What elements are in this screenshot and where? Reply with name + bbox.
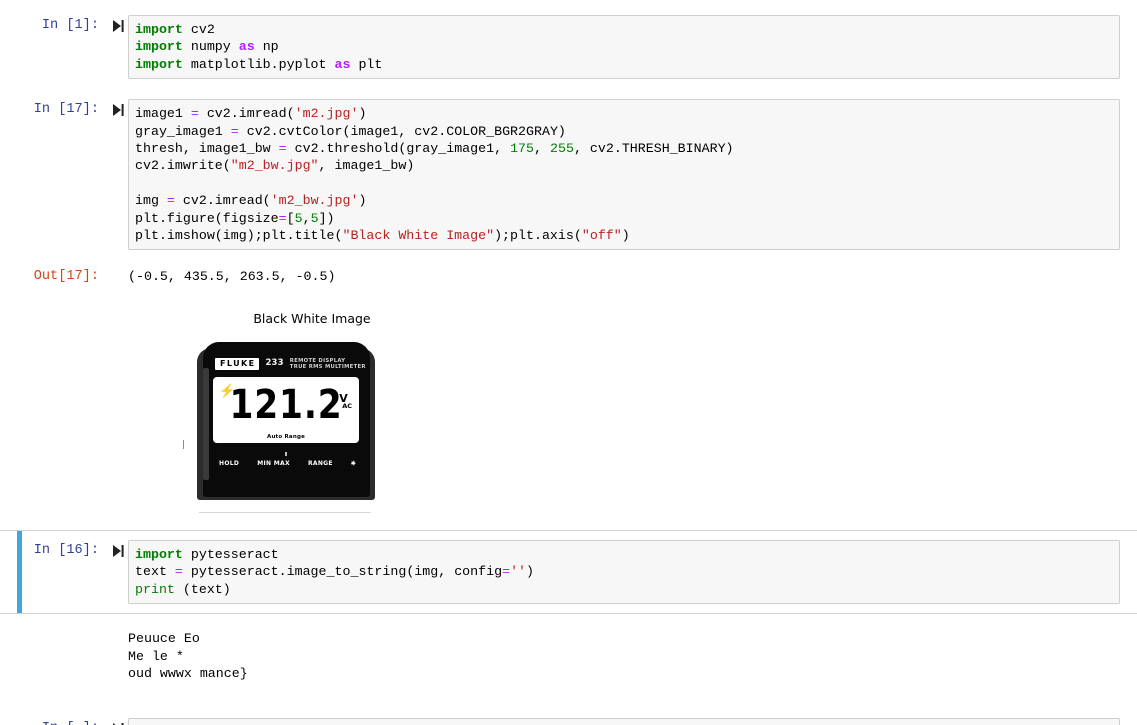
cell-prompt-out-17: Out[17]: (33, 269, 99, 285)
source-code-1[interactable]: import cv2 import numpy as np import mat… (135, 21, 1113, 73)
code-cell-1[interactable]: In [1]: import cv2 import numpy as np im… (0, 10, 1137, 84)
cell-prompt-in-3: In [16]: (33, 542, 99, 558)
multimeter-button-row: HOLD MIN MAX RANGE ⎈ (213, 460, 362, 468)
lcd-mode-label: Auto Range (266, 433, 306, 440)
cell-prompt-in-4: In [ ]: (0, 718, 108, 725)
fluke-logo: FLUKE (215, 357, 260, 370)
figure-output-area: Black White Image FLUKE 233 REMOTE DISPL… (128, 303, 1120, 513)
code-input-area-1[interactable]: import cv2 import numpy as np import mat… (128, 15, 1120, 80)
multimeter-indicator-dot (285, 451, 287, 456)
multimeter-lcd-screen: ⚡ 121.2 V AC Auto Range (213, 376, 359, 443)
figure-axis-tick (183, 439, 184, 449)
output-cell-result: Out[17]: (-0.5, 435.5, 263.5, -0.5) (0, 261, 1137, 291)
code-cell-2[interactable]: In [17]: image1 = cv2.imread('m2.jpg') g… (0, 94, 1137, 255)
multimeter-image: FLUKE 233 REMOTE DISPLAY TRUE RMS MULTIM… (203, 341, 370, 497)
multimeter-button-range: RANGE (307, 460, 333, 468)
power-icon: ⎈ (350, 459, 356, 467)
output-value-area: (-0.5, 435.5, 263.5, -0.5) (128, 266, 1120, 285)
stream-prompt-spacer (0, 628, 108, 630)
code-cell-3-selected[interactable]: In [16]: import pytesseract text = pytes… (0, 529, 1137, 615)
output-value-text: (-0.5, 435.5, 263.5, -0.5) (128, 269, 336, 285)
code-input-area-2[interactable]: image1 = cv2.imread('m2.jpg') gray_image… (128, 99, 1120, 251)
stream-line-2: Me le * (128, 648, 184, 664)
code-input-area-3[interactable]: import pytesseract text = pytesseract.im… (128, 539, 1120, 605)
lcd-unit-secondary: AC (342, 401, 352, 410)
jupyter-notebook-body: In [1]: import cv2 import numpy as np im… (0, 0, 1137, 725)
figure-canvas: FLUKE 233 REMOTE DISPLAY TRUE RMS MULTIM… (183, 341, 427, 513)
cell-prompt-in-1: In [1]: (41, 18, 99, 33)
code-input-area-4[interactable] (128, 718, 1120, 725)
cell-prompt-in-2: In [17]: (33, 102, 99, 118)
multimeter-subtitle-line2: TRUE RMS MULTIMETER (289, 363, 366, 370)
figure-title: Black White Image (253, 310, 371, 326)
code-cell-4-empty[interactable]: In [ ]: (0, 713, 1137, 725)
output-cell-figure: Black White Image FLUKE 233 REMOTE DISPL… (0, 291, 1137, 513)
run-cell-icon[interactable] (108, 15, 128, 32)
source-code-2[interactable]: image1 = cv2.imread('m2.jpg') gray_image… (135, 105, 1113, 244)
multimeter-branding: FLUKE 233 REMOTE DISPLAY TRUE RMS MULTIM… (215, 357, 366, 370)
source-code-3[interactable]: import pytesseract text = pytesseract.im… (135, 546, 1113, 598)
figure-spacer (108, 303, 128, 306)
figure-prompt-spacer (0, 303, 108, 305)
output-cell-stream: Peuuce Eo Me le * oud wwwx mance} (0, 614, 1137, 687)
multimeter-button-minmax: MIN MAX (257, 460, 290, 468)
run-cell-icon[interactable] (108, 718, 128, 725)
stream-line-1: Peuuce Eo (128, 631, 200, 647)
multimeter-button-hold: HOLD (219, 460, 240, 468)
stream-line-3: oud wwwx mance} (128, 666, 248, 681)
stream-output-area: Peuuce Eo Me le * oud wwwx mance} (128, 628, 1120, 682)
figure-bottom-edge (199, 511, 371, 513)
multimeter-side-panel (203, 367, 209, 480)
lcd-unit-group: V AC (339, 393, 352, 410)
matplotlib-figure: Black White Image FLUKE 233 REMOTE DISPL… (128, 305, 488, 513)
multimeter-model-number: 233 (265, 357, 284, 368)
output-spacer (108, 266, 128, 269)
run-cell-icon[interactable] (108, 540, 128, 557)
multimeter-subtitle: REMOTE DISPLAY TRUE RMS MULTIMETER (290, 358, 366, 370)
lcd-reading: 121.2 (229, 381, 343, 428)
stream-spacer (108, 628, 128, 631)
run-cell-icon[interactable] (108, 99, 128, 117)
